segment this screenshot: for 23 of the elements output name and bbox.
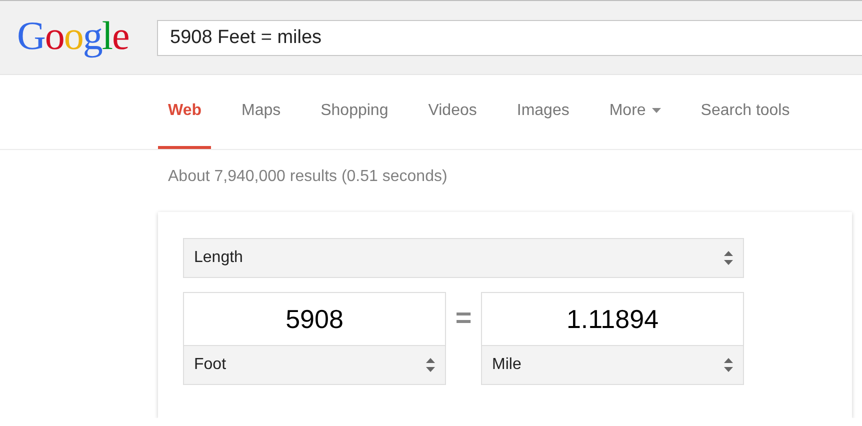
caret-icon bbox=[652, 108, 661, 113]
up-down-arrows-icon bbox=[724, 251, 733, 265]
unit-select[interactable]: Mile bbox=[481, 345, 744, 385]
quantity-select[interactable]: Length bbox=[183, 238, 744, 278]
unit-label: Foot bbox=[194, 356, 226, 374]
nav-tab[interactable]: Web bbox=[158, 75, 212, 149]
unit-label: Mile bbox=[492, 356, 522, 374]
logo[interactable]: Google bbox=[17, 12, 140, 59]
equals-sign: = bbox=[454, 302, 473, 334]
unit-select[interactable]: Foot bbox=[183, 345, 446, 385]
search-field[interactable]: 5908 Feet = miles bbox=[157, 20, 862, 56]
result-stats: About 7,940,000 results (0.51 seconds) bbox=[168, 168, 448, 186]
up-down-arrows-icon bbox=[426, 358, 435, 372]
value-field[interactable]: 5908 bbox=[183, 292, 446, 345]
up-down-arrows-icon bbox=[724, 358, 733, 372]
nav-tab[interactable]: Maps bbox=[231, 75, 291, 149]
nav-tab[interactable]: More bbox=[599, 75, 671, 149]
nav-tab[interactable]: Shopping bbox=[310, 75, 398, 149]
nav-tab[interactable]: Images bbox=[506, 75, 580, 149]
nav-tab[interactable]: Search tools bbox=[690, 75, 800, 149]
nav-tab[interactable]: Videos bbox=[418, 75, 487, 149]
quantity-label: Length bbox=[194, 249, 243, 267]
value-field[interactable]: 1.11894 bbox=[481, 292, 744, 345]
